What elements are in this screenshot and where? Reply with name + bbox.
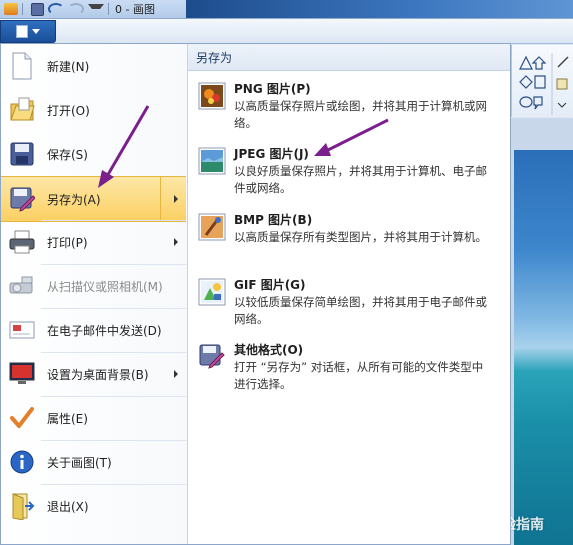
- menu-item-print[interactable]: 打印(P): [1, 220, 186, 264]
- save-as-bmp[interactable]: BMP 图片(B) 以高质量保存所有类型图片，并将其用于计算机。: [188, 207, 510, 269]
- save-as-jpeg-desc: 以良好质量保存照片，并将其用于计算机、电子邮件或网络。: [234, 164, 487, 195]
- ribbon-tabs-strip: [0, 19, 573, 44]
- desktop-background-icon: [7, 359, 37, 389]
- menu-divider: [41, 396, 186, 397]
- menu-item-label: 关于画图(T): [47, 455, 112, 470]
- submenu-arrow-box[interactable]: [160, 176, 186, 220]
- save-as-bmp-title: BMP 图片(B): [234, 213, 313, 227]
- submenu-arrow-icon: [174, 370, 178, 378]
- info-icon: [7, 447, 37, 477]
- new-document-icon: [7, 51, 37, 81]
- save-disk-icon: [7, 139, 37, 169]
- desktop-background-strip: [186, 0, 573, 18]
- checkmark-icon: [7, 403, 37, 433]
- menu-item-save[interactable]: 保存(S): [1, 132, 186, 176]
- menu-item-scanner: 从扫描仪或照相机(M): [1, 264, 186, 308]
- window-title: 0 - 画图: [115, 3, 155, 16]
- submenu-arrow-icon: [174, 238, 178, 246]
- chevron-down-icon: [32, 29, 40, 34]
- menu-divider: [41, 352, 186, 353]
- menu-item-label: 打开(O): [47, 103, 90, 118]
- submenu-header: 另存为: [188, 44, 510, 71]
- undo-icon[interactable]: [48, 3, 64, 15]
- menu-item-label: 从扫描仪或照相机(M): [47, 279, 163, 294]
- save-as-png-desc: 以高质量保存照片或绘图，并将其用于计算机或网络。: [234, 99, 487, 130]
- paint-menu-button[interactable]: [0, 20, 56, 43]
- title-separator-2: [108, 3, 109, 15]
- save-as-gif-title: GIF 图片(G): [234, 278, 306, 292]
- save-as-other-desc: 打开 “另存为” 对话框，从所有可能的文件类型中进行选择。: [234, 360, 484, 391]
- save-as-jpeg[interactable]: JPEG 图片(J) 以良好质量保存照片，并将其用于计算机、电子邮件或网络。: [188, 141, 510, 203]
- save-as-gif-desc: 以较低质量保存简单绘图，并将其用于电子邮件或网络。: [234, 295, 487, 326]
- printer-icon: [7, 227, 37, 257]
- document-icon: [16, 25, 28, 38]
- menu-item-label: 打印(P): [47, 235, 88, 250]
- menu-divider: [41, 308, 186, 309]
- menu-item-open[interactable]: 打开(O): [1, 88, 186, 132]
- menu-divider: [41, 484, 186, 485]
- other-formats-icon: [198, 343, 226, 371]
- menu-item-properties[interactable]: 属性(E): [1, 396, 186, 440]
- exit-icon: [7, 491, 37, 521]
- shapes-gallery[interactable]: [511, 45, 573, 117]
- menu-item-label: 退出(X): [47, 499, 89, 514]
- save-as-gif[interactable]: GIF 图片(G) 以较低质量保存简单绘图，并将其用于电子邮件或网络。: [188, 272, 510, 334]
- menu-item-label: 设置为桌面背景(B): [47, 367, 149, 382]
- paint-app-icon: [4, 3, 18, 15]
- customize-toolbar-icon[interactable]: [88, 3, 104, 15]
- save-as-jpeg-title: JPEG 图片(J): [234, 147, 309, 161]
- save-as-png[interactable]: PNG 图片(P) 以高质量保存照片或绘图，并将其用于计算机或网络。: [188, 76, 510, 138]
- shapes-gallery-icons: [519, 53, 569, 115]
- title-separator: [22, 3, 23, 15]
- menu-divider: [41, 220, 186, 221]
- email-icon: [7, 315, 37, 345]
- menu-item-label: 属性(E): [47, 411, 88, 426]
- menu-item-label: 另存为(A): [47, 192, 101, 207]
- menu-item-exit[interactable]: 退出(X): [1, 484, 186, 528]
- title-bar: 0 - 画图: [0, 0, 573, 19]
- save-as-bmp-desc: 以高质量保存所有类型图片，并将其用于计算机。: [234, 230, 487, 244]
- png-image-icon: [198, 82, 226, 110]
- paint-app-menu: 新建(N) 打开(O) 保存(S) 另存为(A) 打印(P) 从扫描仪或照相机(…: [0, 43, 511, 545]
- jpeg-image-icon: [198, 147, 226, 175]
- menu-item-about[interactable]: 关于画图(T): [1, 440, 186, 484]
- save-quick-icon[interactable]: [31, 2, 44, 16]
- menu-item-set-background[interactable]: 设置为桌面背景(B): [1, 352, 186, 396]
- menu-item-new[interactable]: 新建(N): [1, 44, 186, 88]
- menu-item-label: 新建(N): [47, 59, 90, 74]
- menu-divider: [41, 440, 186, 441]
- submenu-arrow-icon: [174, 195, 178, 203]
- menu-left-column: 新建(N) 打开(O) 保存(S) 另存为(A) 打印(P) 从扫描仪或照相机(…: [1, 44, 188, 544]
- menu-item-email[interactable]: 在电子邮件中发送(D): [1, 308, 186, 352]
- menu-item-save-as[interactable]: 另存为(A): [1, 176, 186, 222]
- save-as-other-title: 其他格式(O): [234, 343, 304, 357]
- scanner-icon: [7, 271, 37, 301]
- canvas-image[interactable]: [514, 150, 573, 545]
- save-as-submenu: 另存为 PNG 图片(P) 以高质量保存照片或绘图，并将其用于计算机或网络。 J…: [188, 44, 510, 544]
- redo-icon[interactable]: [68, 3, 84, 15]
- menu-item-label: 保存(S): [47, 147, 88, 162]
- menu-item-label: 在电子邮件中发送(D): [47, 323, 162, 338]
- save-as-icon: [7, 184, 37, 214]
- bmp-image-icon: [198, 213, 226, 241]
- save-as-png-title: PNG 图片(P): [234, 82, 311, 96]
- gif-image-icon: [198, 278, 226, 306]
- menu-divider: [41, 264, 186, 265]
- save-as-other-formats[interactable]: 其他格式(O) 打开 “另存为” 对话框，从所有可能的文件类型中进行选择。: [188, 337, 510, 399]
- open-folder-icon: [7, 95, 37, 125]
